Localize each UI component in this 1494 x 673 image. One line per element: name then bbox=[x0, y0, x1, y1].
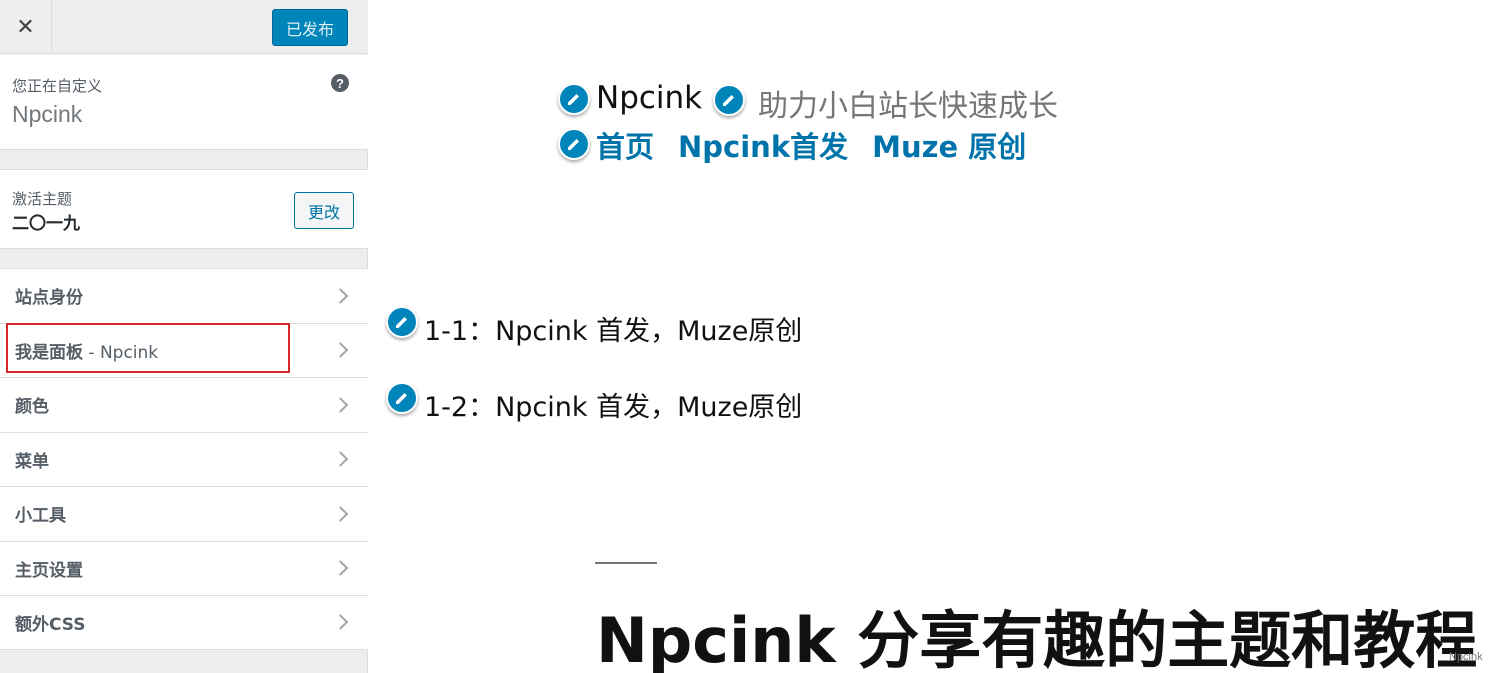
active-theme-label: 激活主题 bbox=[12, 190, 73, 208]
nav-item-npcink-first[interactable]: Npcink首发 bbox=[678, 124, 848, 166]
section-label: 小工具 bbox=[15, 506, 66, 527]
watermark: Npcink bbox=[1449, 651, 1483, 663]
section-site-identity[interactable]: 站点身份 bbox=[0, 268, 368, 323]
pencil-edit-icon[interactable] bbox=[558, 128, 590, 160]
section-label: 颜色 bbox=[15, 397, 49, 418]
section-additional-css[interactable]: 额外CSS bbox=[0, 595, 368, 650]
active-theme-panel: 激活主题 二〇一九 更改 bbox=[0, 169, 368, 249]
customizer-info: 您正在自定义 Npcink ? bbox=[0, 55, 368, 150]
panel-line: 1-1：Npcink 首发，Muze原创 bbox=[424, 316, 803, 347]
page-headline: Npcink 分享有趣的主题和教程 bbox=[596, 604, 1478, 673]
close-icon[interactable]: ✕ bbox=[0, 0, 52, 54]
pencil-edit-icon[interactable] bbox=[713, 84, 745, 116]
nav-item-home[interactable]: 首页 bbox=[596, 124, 654, 166]
chevron-right-icon bbox=[332, 287, 349, 304]
site-title[interactable]: Npcink bbox=[596, 80, 702, 116]
chevron-right-icon bbox=[332, 560, 349, 577]
customizing-site-name: Npcink bbox=[12, 101, 83, 127]
chevron-right-icon bbox=[332, 342, 349, 359]
section-label-suffix: - Npcink bbox=[83, 342, 159, 363]
customizer-sidebar: ✕ 已发布 您正在自定义 Npcink ? 激活主题 二〇一九 更改 站点身份 … bbox=[0, 0, 368, 673]
change-theme-button[interactable]: 更改 bbox=[294, 192, 354, 229]
section-label: 菜单 bbox=[15, 451, 49, 472]
section-label-main: 我是面板 bbox=[15, 342, 83, 363]
customizing-label: 您正在自定义 bbox=[12, 77, 103, 95]
section-label: 额外CSS bbox=[15, 614, 86, 635]
section-colors[interactable]: 颜色 bbox=[0, 377, 368, 432]
active-theme-name: 二〇一九 bbox=[12, 214, 80, 234]
pencil-edit-icon[interactable] bbox=[386, 382, 418, 414]
pencil-edit-icon[interactable] bbox=[386, 306, 418, 338]
section-menus[interactable]: 菜单 bbox=[0, 431, 368, 486]
chevron-right-icon bbox=[332, 396, 349, 413]
panel-line: 1-2：Npcink 首发，Muze原创 bbox=[424, 392, 803, 423]
section-label: 我是面板 - Npcink bbox=[15, 338, 158, 363]
section-label: 主页设置 bbox=[15, 560, 83, 581]
help-icon[interactable]: ? bbox=[331, 74, 349, 92]
section-label: 站点身份 bbox=[15, 288, 83, 309]
customizer-sections: 站点身份 我是面板 - Npcink 颜色 菜单 小工具 主页设置 额外CSS bbox=[0, 268, 368, 650]
site-preview: Npcink 助力小白站长快速成长 首页 Npcink首发 Muze 原创 1-… bbox=[369, 0, 1494, 673]
publish-button[interactable]: 已发布 bbox=[272, 9, 348, 46]
pencil-edit-icon[interactable] bbox=[558, 83, 590, 115]
site-description: 助力小白站长快速成长 bbox=[758, 89, 1058, 124]
section-my-panel[interactable]: 我是面板 - Npcink bbox=[0, 322, 368, 377]
chevron-right-icon bbox=[332, 614, 349, 631]
nav-item-muze-original[interactable]: Muze 原创 bbox=[872, 124, 1026, 166]
section-homepage-settings[interactable]: 主页设置 bbox=[0, 540, 368, 595]
divider bbox=[595, 562, 657, 564]
chevron-right-icon bbox=[332, 451, 349, 468]
main-navigation: 首页 Npcink首发 Muze 原创 bbox=[596, 124, 1026, 166]
customizer-header: ✕ 已发布 bbox=[0, 0, 368, 54]
section-widgets[interactable]: 小工具 bbox=[0, 486, 368, 541]
chevron-right-icon bbox=[332, 505, 349, 522]
